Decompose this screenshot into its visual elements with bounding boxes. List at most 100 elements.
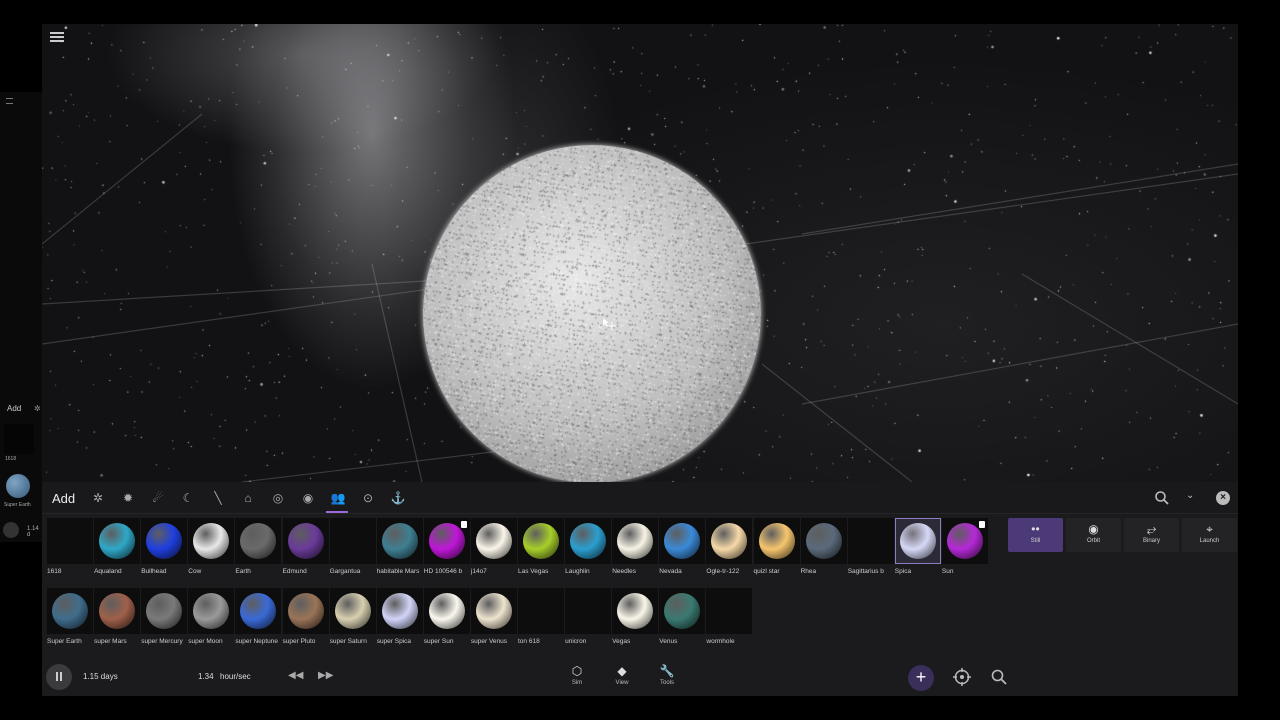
object-tile[interactable]: super Moon <box>188 588 235 646</box>
object-tile[interactable]: super Spica <box>376 588 423 646</box>
object-tile[interactable]: super Mars <box>94 588 141 646</box>
active-category-indicator <box>326 511 348 513</box>
fast-forward-icon[interactable]: ▶▶ <box>318 670 333 681</box>
object-tile[interactable]: Aqualand <box>94 518 141 576</box>
object-label: 1618 <box>47 568 62 575</box>
object-thumbnail <box>188 518 235 564</box>
object-thumbnail <box>565 518 612 564</box>
category-people-icon[interactable]: 👥 <box>328 488 348 508</box>
category-blackhole-icon[interactable]: ⊙ <box>358 488 378 508</box>
chevron-down-icon[interactable]: ⌄ <box>1186 490 1200 506</box>
object-label: Gargantua <box>329 568 361 575</box>
object-tile[interactable]: Super Earth <box>47 588 93 646</box>
object-thumbnail <box>141 588 188 634</box>
object-tile[interactable]: Sagittarius b <box>847 518 894 576</box>
object-tile[interactable]: Vegas <box>612 588 659 646</box>
object-thumbnail <box>235 518 282 564</box>
object-label: unicron <box>565 638 587 645</box>
object-tile[interactable]: super Sun <box>423 588 470 646</box>
object-tile[interactable]: Sun <box>941 518 988 576</box>
category-meteor-icon[interactable]: ╲ <box>208 488 228 508</box>
planet-icon <box>240 593 277 629</box>
elapsed-time: 1.15 days <box>83 672 118 681</box>
rewind-icon[interactable]: ◀◀ <box>288 670 303 681</box>
object-thumbnail <box>423 518 470 564</box>
ghost-object-thumb <box>4 424 34 454</box>
search-icon[interactable] <box>1154 490 1170 506</box>
space-viewport[interactable] <box>42 24 1238 482</box>
category-galaxy-icon[interactable]: ✲ <box>88 488 108 508</box>
object-label: wormhole <box>706 638 735 645</box>
object-tile[interactable]: wormhole <box>706 588 753 646</box>
planet-icon <box>899 523 936 559</box>
menu-icon[interactable] <box>50 32 64 44</box>
object-tile[interactable]: super Neptune <box>235 588 282 646</box>
object-tile[interactable]: HD 100546 b <box>423 518 470 576</box>
object-tile[interactable]: unicron <box>565 588 612 646</box>
category-ship-icon[interactable]: ⌂ <box>238 488 258 508</box>
object-tile[interactable]: habitable Mars <box>376 518 423 576</box>
object-tile[interactable]: 1618 <box>47 518 93 576</box>
object-tile[interactable]: Laughlin <box>565 518 612 576</box>
planet-icon <box>428 523 465 559</box>
pause-button[interactable] <box>46 664 72 690</box>
selected-star-spica[interactable] <box>423 145 761 482</box>
category-spiral-icon[interactable]: ◎ <box>268 488 288 508</box>
mode-label: Orbit <box>1086 538 1100 544</box>
star-surface <box>423 145 761 482</box>
object-label: habitable Mars <box>376 568 420 575</box>
planet-icon <box>617 523 654 559</box>
object-tile[interactable]: Needles <box>612 518 659 576</box>
category-star-icon[interactable]: ✹ <box>118 488 138 508</box>
object-tile[interactable]: Earth <box>235 518 282 576</box>
object-tile[interactable]: j14o7 <box>470 518 517 576</box>
object-label: ton 618 <box>518 638 540 645</box>
ghost-pause-icon <box>3 522 19 538</box>
mode-binary-button[interactable]: ⥂ Binary <box>1124 518 1179 552</box>
object-tile[interactable]: super Mercury <box>141 588 188 646</box>
category-eye-icon[interactable]: ◉ <box>298 488 318 508</box>
object-tile[interactable]: Rhea <box>800 518 847 576</box>
object-thumbnail <box>706 518 753 564</box>
object-tile[interactable]: Cow <box>188 518 235 576</box>
object-label: Venus <box>659 638 678 645</box>
object-tile[interactable]: Venus <box>659 588 706 646</box>
object-tile[interactable]: Spica <box>894 518 941 576</box>
object-tile[interactable]: Ogle-tr-122 <box>706 518 753 576</box>
mode-orbit-button[interactable]: ◉ Orbit <box>1066 518 1121 552</box>
object-tile[interactable]: Nevada <box>659 518 706 576</box>
nav-tools-button[interactable]: 🔧 Tools <box>652 664 682 686</box>
planet-icon <box>99 523 136 559</box>
object-tile[interactable]: quizl star <box>753 518 800 576</box>
category-anchor-icon[interactable]: ⚓ <box>388 488 408 508</box>
add-button[interactable]: + <box>908 665 934 691</box>
object-tile[interactable]: super Venus <box>470 588 517 646</box>
object-label: quizl star <box>753 568 780 575</box>
mode-still-button[interactable]: •• Still <box>1008 518 1063 552</box>
ghost-time: 1.14 d <box>27 526 39 538</box>
object-label: Las Vegas <box>518 568 549 575</box>
ghost-object-thumb <box>6 474 30 498</box>
object-tile[interactable]: Bullhead <box>141 518 188 576</box>
nav-sim-button[interactable]: ⬡ Sim <box>562 664 592 686</box>
object-thumbnail <box>470 588 517 634</box>
object-tile[interactable]: super Saturn <box>329 588 376 646</box>
object-tile[interactable]: ton 618 <box>518 588 564 646</box>
object-tile[interactable]: Las Vegas <box>518 518 564 576</box>
object-tile[interactable]: Gargantua <box>329 518 376 576</box>
object-thumbnail <box>47 518 93 564</box>
mode-label: Still <box>1030 538 1041 544</box>
object-tile[interactable]: Edmund <box>282 518 329 576</box>
category-comet-icon[interactable]: ☄ <box>148 488 168 508</box>
nav-view-button[interactable]: ◆ View <box>607 664 637 686</box>
nav-label: Sim <box>571 680 583 686</box>
planet-icon <box>570 523 607 559</box>
search-icon[interactable] <box>990 668 1008 686</box>
object-tile[interactable]: super Pluto <box>282 588 329 646</box>
category-moon-icon[interactable]: ☾ <box>178 488 198 508</box>
planet-icon <box>240 523 277 559</box>
target-icon[interactable] <box>952 667 972 687</box>
mode-launch-button[interactable]: ⌖ Launch <box>1182 518 1237 552</box>
close-icon[interactable]: × <box>1216 491 1230 505</box>
object-thumbnail <box>612 588 659 634</box>
